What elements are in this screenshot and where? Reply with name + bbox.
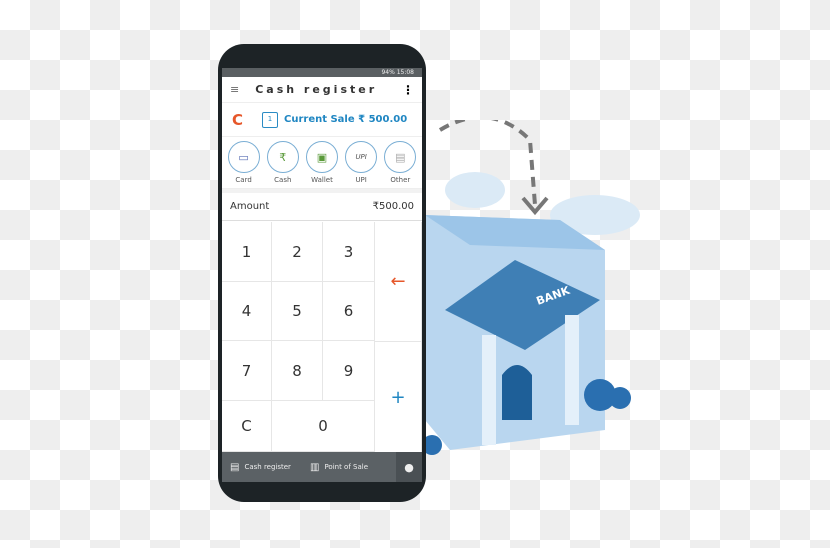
bank-illustration: BANK — [422, 120, 640, 455]
key-0[interactable]: 0 — [272, 401, 375, 452]
phone-frame: 94% 15:08 ≡ Cash register ⋮ C 1 Current … — [218, 44, 426, 502]
more-options-icon[interactable]: ⋮ — [402, 83, 414, 97]
payment-other[interactable]: ▤ Other — [381, 141, 419, 188]
clock: 15:08 — [396, 69, 414, 76]
menu-icon[interactable]: ≡ — [230, 83, 239, 96]
payment-card[interactable]: ▭ Card — [225, 141, 263, 188]
payment-label: Card — [235, 176, 252, 184]
current-sale-bar[interactable]: C 1 Current Sale ₹ 500.00 — [222, 103, 422, 137]
payment-label: Cash — [274, 176, 292, 184]
document-icon: ▤ — [384, 141, 417, 173]
store-icon: ▥ — [310, 461, 320, 473]
card-icon: ▭ — [227, 141, 260, 173]
key-clear[interactable]: C — [222, 401, 272, 452]
amount-value: ₹500.00 — [372, 201, 414, 212]
keypad: 1 2 3 ← 4 5 6 7 8 9 + C 0 — [222, 222, 422, 452]
status-bar: 94% 15:08 — [222, 68, 422, 77]
nav-label: Cash register — [244, 463, 291, 471]
key-3[interactable]: 3 — [323, 222, 375, 282]
key-6[interactable]: 6 — [323, 282, 375, 341]
battery-level: 94% — [381, 69, 395, 76]
app-logo: C — [232, 110, 244, 129]
current-sale-label: Current Sale ₹ 500.00 — [284, 114, 408, 125]
sale-count-icon: 1 — [262, 111, 278, 128]
key-5[interactable]: 5 — [272, 282, 323, 341]
amount-label: Amount — [230, 201, 270, 212]
amount-row: Amount ₹500.00 — [222, 193, 422, 221]
payment-upi[interactable]: UPI UPI — [342, 141, 380, 188]
payment-wallet[interactable]: ▣ Wallet — [303, 141, 341, 188]
wallet-icon: ▣ — [305, 141, 338, 173]
backspace-button[interactable]: ← — [375, 222, 422, 341]
nav-cash-register[interactable]: ▤ Cash register — [222, 462, 302, 473]
key-1[interactable]: 1 — [222, 222, 272, 282]
profile-icon[interactable]: ● — [396, 452, 422, 482]
app-screen: 94% 15:08 ≡ Cash register ⋮ C 1 Current … — [222, 68, 422, 482]
bottom-nav: ▤ Cash register ▥ Point of Sale ● — [222, 452, 422, 482]
nav-point-of-sale[interactable]: ▥ Point of Sale — [302, 462, 382, 473]
key-4[interactable]: 4 — [222, 282, 272, 341]
page-title: Cash register — [255, 83, 378, 96]
key-7[interactable]: 7 — [222, 341, 272, 401]
payment-label: Other — [390, 176, 411, 184]
cash-icon: ₹ — [266, 141, 299, 173]
payment-cash[interactable]: ₹ Cash — [264, 141, 302, 188]
payment-methods: ▭ Card ₹ Cash ▣ Wallet UPI UPI ▤ Other — [222, 137, 422, 189]
payment-label: UPI — [355, 176, 367, 184]
key-9[interactable]: 9 — [323, 341, 375, 401]
key-2[interactable]: 2 — [272, 222, 323, 282]
upi-icon: UPI — [345, 141, 378, 173]
payment-label: Wallet — [311, 176, 333, 184]
nav-label: Point of Sale — [324, 463, 369, 471]
cash-register-icon: ▤ — [230, 461, 240, 473]
add-button[interactable]: + — [375, 341, 422, 452]
key-8[interactable]: 8 — [272, 341, 323, 401]
app-header: ≡ Cash register ⋮ — [222, 77, 422, 103]
